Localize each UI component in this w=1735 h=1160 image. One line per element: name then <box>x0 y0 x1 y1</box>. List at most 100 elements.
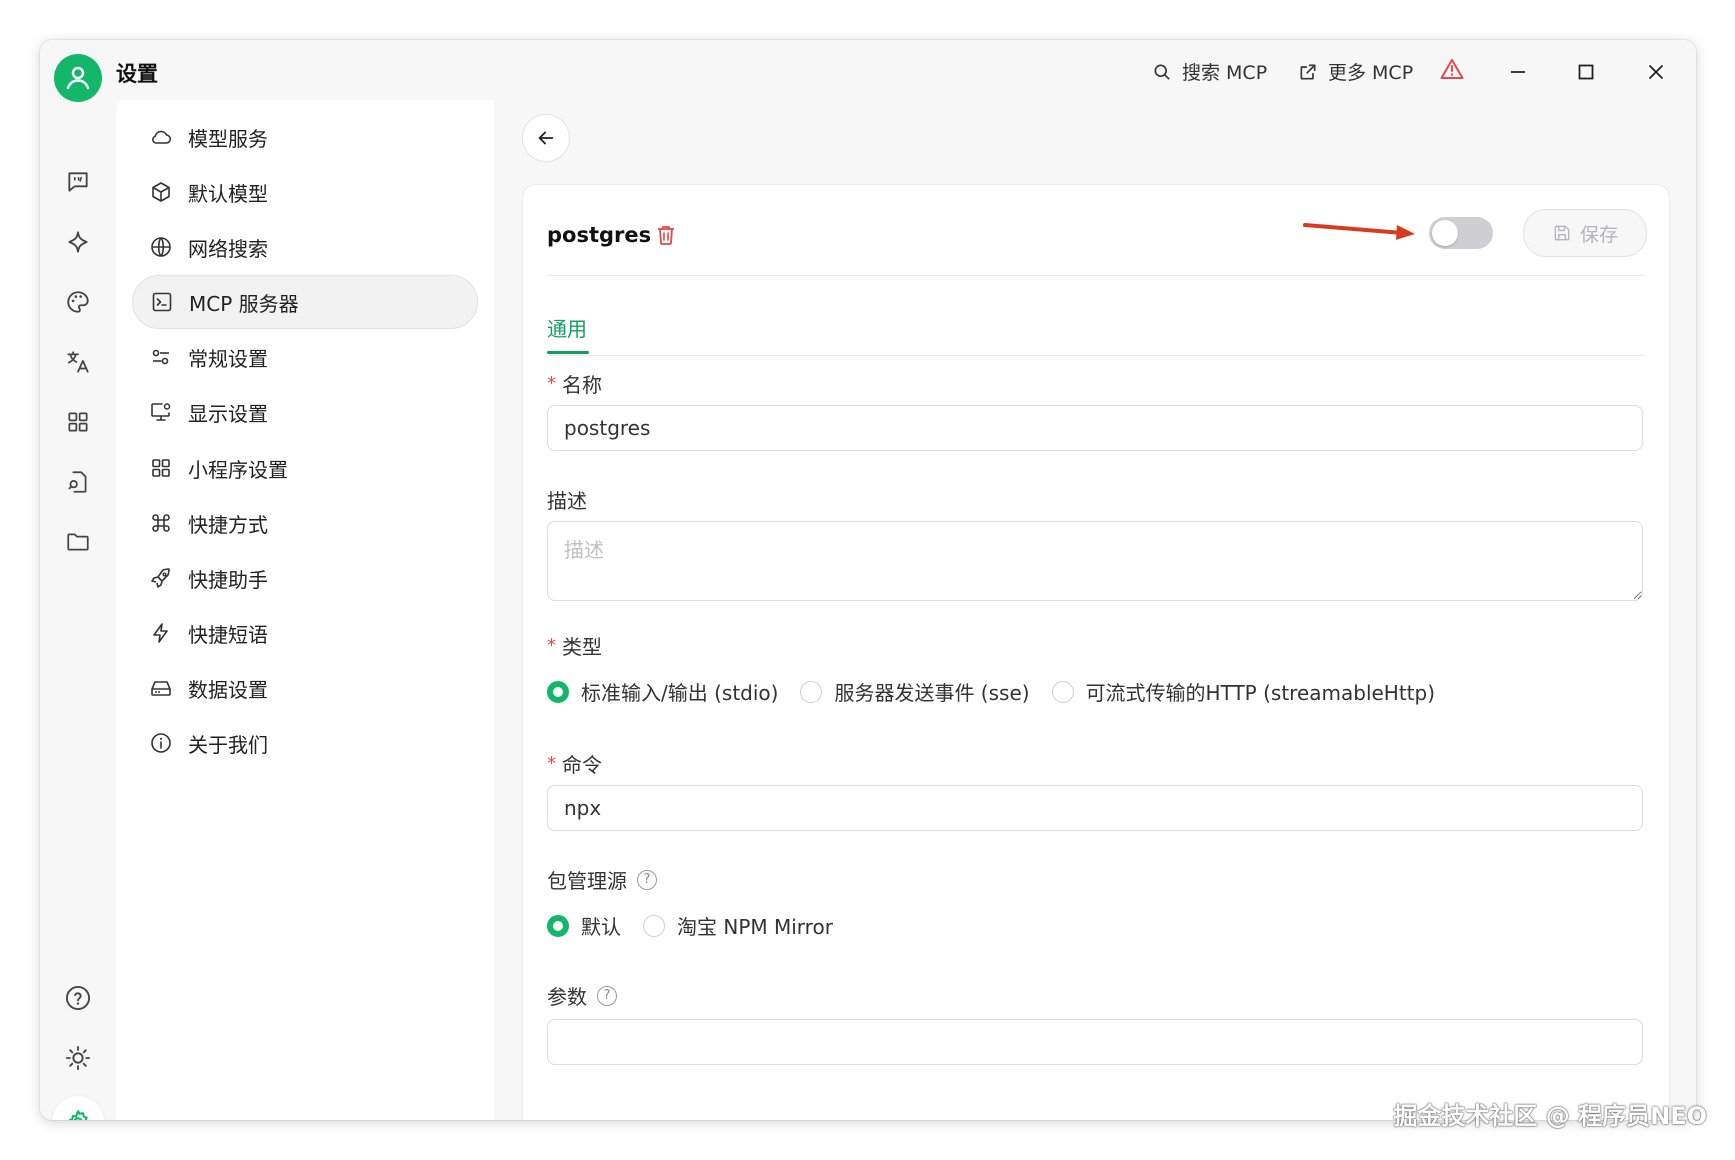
menu-item-data-settings[interactable]: 数据设置 <box>132 661 478 715</box>
mcp-server-card: postgres 保存 通用 * 名称 postgres 描述 描述 * 类型 … <box>522 184 1670 1120</box>
rail-apps[interactable] <box>60 404 96 440</box>
maximize-button[interactable] <box>1570 56 1602 88</box>
rail-help[interactable] <box>60 980 96 1016</box>
grid-icon <box>148 455 174 481</box>
server-name: postgres <box>547 223 652 247</box>
menu-item-mcp-servers[interactable]: MCP 服务器 <box>132 275 478 329</box>
menu-item-model-service[interactable]: 模型服务 <box>132 110 478 164</box>
menu-item-quick-phrases[interactable]: 快捷短语 <box>132 606 478 660</box>
menu-item-label: 网络搜索 <box>188 236 268 261</box>
search-mcp-button[interactable]: 搜索 MCP <box>1152 58 1267 85</box>
type-option-stdio[interactable]: 标准输入/输出 (stdio) <box>547 677 778 706</box>
menu-item-label: 快捷助手 <box>188 567 268 592</box>
minimize-button[interactable] <box>1502 56 1534 88</box>
main-panel: postgres 保存 通用 * 名称 postgres 描述 描述 * 类型 … <box>494 100 1696 1120</box>
chat-icon <box>68 172 88 192</box>
header-divider <box>547 275 1645 276</box>
menu-item-label: 默认模型 <box>188 181 268 206</box>
rail-theme[interactable] <box>60 1040 96 1076</box>
help-circle-icon[interactable]: ? <box>597 985 617 1006</box>
apps-grid-icon <box>68 412 88 432</box>
close-button[interactable] <box>1640 56 1672 88</box>
menu-item-web-search[interactable]: 网络搜索 <box>132 220 478 274</box>
type-option-sse[interactable]: 服务器发送事件 (sse) <box>800 677 1030 706</box>
window-title: 设置 <box>116 62 158 86</box>
help-circle-icon[interactable]: ? <box>637 869 657 890</box>
rail-file-search[interactable] <box>60 464 96 500</box>
cloud-icon <box>148 124 174 150</box>
args-label: 参数 <box>547 985 587 1009</box>
user-icon <box>66 66 90 90</box>
back-button[interactable] <box>522 114 570 162</box>
command-icon <box>148 510 174 536</box>
palette-icon <box>67 291 89 313</box>
registry-label-row: 包管理源 ? <box>547 865 657 894</box>
command-label-row: * 命令 <box>547 749 602 778</box>
avatar[interactable] <box>54 54 102 102</box>
rail-translate[interactable] <box>60 344 96 380</box>
menu-item-label: 数据设置 <box>188 677 268 702</box>
args-field[interactable] <box>547 1019 1643 1065</box>
type-label-row: * 类型 <box>547 631 602 660</box>
desc-label-row: 描述 <box>547 485 587 514</box>
radio-dot <box>800 680 823 703</box>
menu-item-about[interactable]: 关于我们 <box>132 716 478 770</box>
radio-dot <box>1051 680 1074 703</box>
rail-folder[interactable] <box>60 524 96 560</box>
menu-item-label: 常规设置 <box>188 346 268 371</box>
type-radio-group: 标准输入/输出 (stdio) 服务器发送事件 (sse) 可流式传输的HTTP… <box>547 677 1435 706</box>
rail-palette[interactable] <box>60 284 96 320</box>
menu-item-label: 小程序设置 <box>188 457 288 482</box>
save-button[interactable]: 保存 <box>1523 209 1647 257</box>
radio-label: 可流式传输的HTTP (streamableHttp) <box>1085 681 1436 705</box>
help-icon <box>65 985 91 1011</box>
menu-item-display-settings[interactable]: 显示设置 <box>132 385 478 439</box>
rocket-icon <box>148 565 174 591</box>
menu-item-label: MCP 服务器 <box>189 291 299 316</box>
trash-icon <box>658 226 674 245</box>
tab-general[interactable]: 通用 <box>547 313 587 342</box>
radio-label: 服务器发送事件 (sse) <box>834 681 1030 705</box>
arrow-left-icon <box>538 131 554 145</box>
settings-menu: 模型服务 默认模型 网络搜索 MCP 服务器 常规设置 显示设置 小程序设置 快… <box>116 100 495 1120</box>
terminal-icon <box>149 289 175 315</box>
registry-option-default[interactable]: 默认 <box>547 911 621 940</box>
command-label: 命令 <box>562 753 602 777</box>
sparkle-icon <box>68 231 88 253</box>
menu-item-label: 快捷短语 <box>188 622 268 647</box>
radio-label: 默认 <box>581 915 621 939</box>
sun-icon <box>65 1045 91 1071</box>
gear-icon <box>68 1110 88 1120</box>
more-mcp-button[interactable]: 更多 MCP <box>1298 58 1413 85</box>
title-bar: 设置 搜索 MCP 更多 MCP <box>40 40 1696 102</box>
hard-drive-icon <box>148 675 174 701</box>
menu-item-shortcuts[interactable]: 快捷方式 <box>132 496 478 550</box>
warning-icon <box>1440 59 1464 79</box>
description-field[interactable] <box>547 521 1643 601</box>
server-enable-toggle[interactable] <box>1429 217 1493 249</box>
save-label: 保存 <box>1579 223 1618 246</box>
radio-dot <box>643 914 665 937</box>
delete-server-button[interactable] <box>655 223 677 251</box>
minimize-icon <box>1511 71 1525 73</box>
warning-button[interactable] <box>1440 58 1464 80</box>
registry-option-taobao[interactable]: 淘宝 NPM Mirror <box>643 911 833 940</box>
required-marker: * <box>547 373 556 394</box>
monitor-settings-icon <box>148 399 174 425</box>
menu-item-miniapp-settings[interactable]: 小程序设置 <box>132 441 478 495</box>
maximize-icon <box>1578 64 1594 80</box>
menu-item-default-model[interactable]: 默认模型 <box>132 165 478 219</box>
close-icon <box>1648 64 1664 80</box>
name-field[interactable] <box>547 405 1643 451</box>
rail-chat[interactable] <box>60 164 96 200</box>
command-field[interactable] <box>547 785 1643 831</box>
menu-item-label: 显示设置 <box>188 401 268 426</box>
menu-item-quick-assistant[interactable]: 快捷助手 <box>132 551 478 605</box>
file-search-icon <box>68 471 87 493</box>
rail-settings[interactable] <box>52 1096 104 1120</box>
type-option-streamable-http[interactable]: 可流式传输的HTTP (streamableHttp) <box>1051 677 1436 706</box>
radio-label: 标准输入/输出 (stdio) <box>581 681 779 705</box>
rail-sparkle[interactable] <box>60 224 96 260</box>
menu-item-general-settings[interactable]: 常规设置 <box>132 330 478 384</box>
desc-label: 描述 <box>547 489 587 513</box>
